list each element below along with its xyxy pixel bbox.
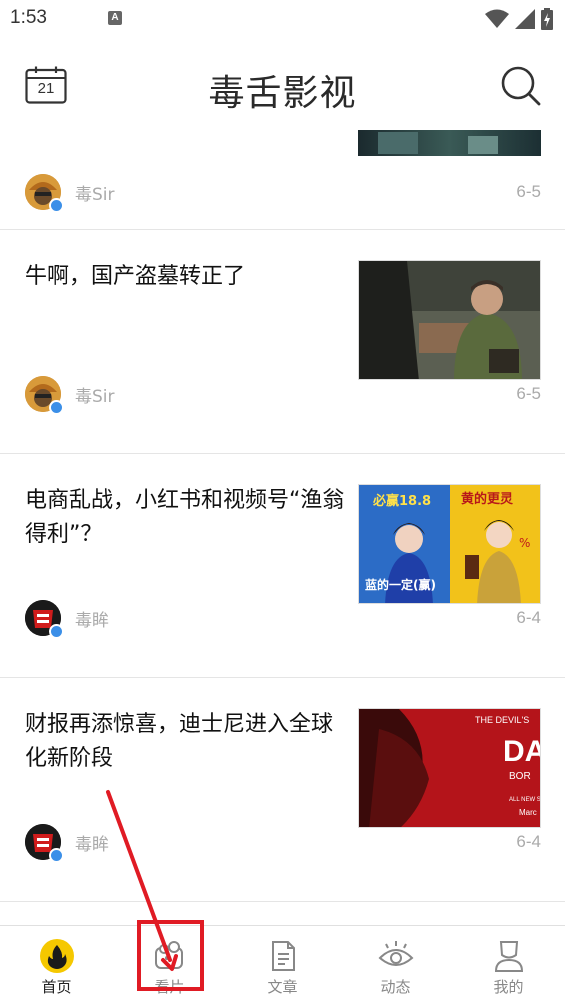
document-icon <box>271 941 295 971</box>
nav-home[interactable]: 首页 <box>0 926 113 1004</box>
article-title[interactable]: 电商乱战，小红书和视频号“渔翁得利”？ <box>25 484 345 552</box>
article-card[interactable]: 电商乱战，小红书和视频号“渔翁得利”？ 必赢18.8 蓝的一定(赢) 黄的更灵 … <box>0 454 565 678</box>
article-title[interactable]: 牛啊，国产盗墓转正了 <box>25 260 345 294</box>
author-avatar[interactable] <box>25 174 64 213</box>
nav-label: 看片 <box>154 978 185 996</box>
author-row[interactable]: 毒Sir <box>25 376 115 415</box>
author-row[interactable]: 毒眸 <box>25 824 109 863</box>
home-flame-icon <box>39 939 74 973</box>
bottom-nav: 首页 看片 文章 动态 我的 <box>0 925 565 1004</box>
nav-label: 我的 <box>493 978 524 996</box>
thumb-text: 必赢18.8 <box>372 493 431 509</box>
wifi-icon <box>485 9 509 28</box>
user-icon <box>494 941 523 972</box>
article-title[interactable]: 财报再添惊喜，迪士尼进入全球化新阶段 <box>25 708 345 776</box>
verified-badge-icon <box>49 198 64 213</box>
author-avatar[interactable] <box>25 824 64 863</box>
thumb-text: 蓝的一定(赢) <box>365 577 436 592</box>
article-card[interactable]: 财报再添惊喜，迪士尼进入全球化新阶段 THE DEVIL'S DAI BOR A… <box>0 678 565 902</box>
nav-feed[interactable]: 动态 <box>339 926 452 1004</box>
thumb-text: 黄的更灵 <box>461 491 514 507</box>
thumb-text: THE DEVIL'S <box>475 715 529 725</box>
article-date: 6-5 <box>516 384 541 403</box>
article-thumbnail[interactable]: 必赢18.8 蓝的一定(赢) 黄的更灵 % <box>358 484 541 604</box>
notification-icon: A <box>108 11 122 25</box>
article-card[interactable]: 毒Sir 6-5 <box>0 130 565 230</box>
nav-profile[interactable]: 我的 <box>452 926 565 1004</box>
battery-icon <box>541 8 553 30</box>
author-name: 毒眸 <box>75 610 109 631</box>
article-thumbnail[interactable] <box>358 260 541 380</box>
search-button[interactable] <box>500 65 542 107</box>
eye-icon <box>378 941 413 966</box>
status-bar: 1:53 A <box>0 0 565 38</box>
nav-label: 动态 <box>380 978 411 996</box>
app-title: 毒舌影视 <box>208 73 357 114</box>
thumb-text: ALL NEW S <box>509 797 541 803</box>
author-name: 毒Sir <box>75 386 115 407</box>
thumb-text: % <box>519 536 530 550</box>
nav-label: 首页 <box>41 978 72 996</box>
article-date: 6-4 <box>516 832 541 851</box>
author-name: 毒Sir <box>75 184 115 205</box>
article-date: 6-4 <box>516 608 541 627</box>
article-thumbnail <box>358 130 541 156</box>
video-camera-icon <box>154 941 183 969</box>
article-thumbnail[interactable]: THE DEVIL'S DAI BOR ALL NEW S Marc <box>358 708 541 828</box>
nav-articles[interactable]: 文章 <box>226 926 339 1004</box>
thumb-text: DAI <box>503 735 541 768</box>
signal-icon <box>515 9 535 29</box>
article-feed[interactable]: 毒Sir 6-5 牛啊，国产盗墓转正了 毒Sir 6-5 电商乱战，小红书和视频… <box>0 130 565 925</box>
article-card[interactable]: 牛啊，国产盗墓转正了 毒Sir 6-5 <box>0 230 565 454</box>
search-icon <box>501 66 541 106</box>
app-header: 21 毒舌影视 <box>0 40 565 130</box>
article-date: 6-5 <box>516 182 541 201</box>
verified-badge-icon <box>49 624 64 639</box>
thumb-text: Marc <box>519 808 537 817</box>
verified-badge-icon <box>49 848 64 863</box>
author-avatar[interactable] <box>25 600 64 639</box>
thumb-text: BOR <box>509 771 531 782</box>
status-indicators <box>485 8 553 30</box>
nav-label: 文章 <box>267 978 298 996</box>
status-time: 1:53 <box>10 7 47 28</box>
author-avatar[interactable] <box>25 376 64 415</box>
author-row[interactable]: 毒眸 <box>25 600 109 639</box>
author-name: 毒眸 <box>75 834 109 855</box>
author-row[interactable]: 毒Sir <box>25 174 115 213</box>
nav-watch[interactable]: 看片 <box>113 926 226 1004</box>
verified-badge-icon <box>49 400 64 415</box>
